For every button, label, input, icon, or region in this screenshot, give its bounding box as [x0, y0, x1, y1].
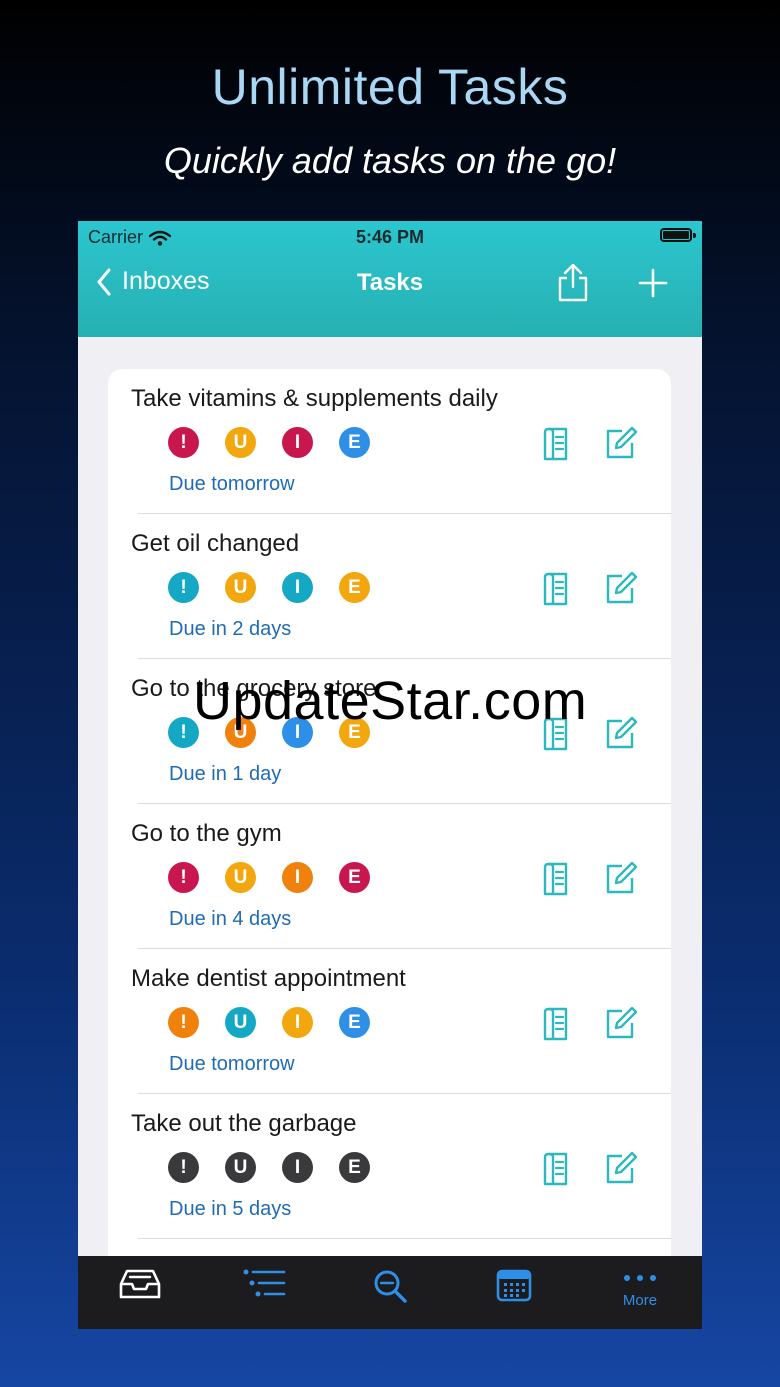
- tab-more-label: More: [622, 1292, 658, 1309]
- priority-badge: I: [282, 862, 313, 893]
- tab-list[interactable]: [202, 1256, 326, 1329]
- watermark-text: UpdateStar.com: [193, 671, 588, 731]
- edit-icon[interactable]: [604, 1151, 638, 1190]
- priority-badge: U: [225, 1152, 256, 1183]
- priority-badges: ! U I E: [168, 572, 370, 603]
- task-row[interactable]: Make dentist appointment! U I E Due tomorrow: [108, 949, 671, 1094]
- priority-badge: E: [339, 427, 370, 458]
- add-task-icon[interactable]: [638, 268, 668, 298]
- list-icon: [243, 1269, 286, 1297]
- inbox-tray-icon: [119, 1269, 161, 1299]
- priority-badges: ! U I E: [168, 862, 370, 893]
- priority-badge: E: [339, 1152, 370, 1183]
- priority-badge: U: [225, 862, 256, 893]
- priority-badges: ! U I E: [168, 1152, 370, 1183]
- task-title: Make dentist appointment: [131, 965, 406, 992]
- priority-badge: !: [168, 572, 199, 603]
- priority-badge: E: [339, 862, 370, 893]
- notes-icon[interactable]: [542, 1151, 570, 1192]
- task-due-date: Due in 2 days: [169, 618, 292, 640]
- battery-icon: [660, 228, 692, 242]
- page-title: Tasks: [356, 269, 424, 296]
- priority-badge: !: [168, 862, 199, 893]
- task-due-date: Due tomorrow: [169, 1053, 295, 1075]
- tab-inbox[interactable]: [78, 1256, 202, 1329]
- notes-icon[interactable]: [542, 571, 570, 612]
- task-row[interactable]: Go to the gym! U I E Due in 4 days: [108, 804, 671, 949]
- row-divider: [138, 1238, 671, 1239]
- edit-icon[interactable]: [604, 571, 638, 610]
- task-title: Take out the garbage: [131, 1110, 357, 1137]
- priority-badge: I: [282, 572, 313, 603]
- tab-search[interactable]: [328, 1256, 452, 1329]
- priority-badge: E: [339, 572, 370, 603]
- calendar-icon: [496, 1269, 532, 1302]
- task-due-date: Due in 4 days: [169, 908, 292, 930]
- task-title: Go to the gym: [131, 820, 282, 847]
- priority-badges: ! U I E: [168, 1007, 370, 1038]
- task-due-date: Due tomorrow: [169, 473, 295, 495]
- priority-badge: !: [168, 427, 199, 458]
- edit-icon[interactable]: [604, 1006, 638, 1045]
- task-list: Take vitamins & supplements daily! U I E Due…: [108, 369, 671, 1329]
- promo-headline: Unlimited Tasks: [211, 59, 569, 115]
- tab-more[interactable]: More: [578, 1256, 702, 1329]
- navigation-bar: Carrier 5:46 PM Inboxes Tasks: [78, 221, 702, 337]
- notes-icon[interactable]: [542, 426, 570, 467]
- status-bar: Carrier 5:46 PM: [78, 221, 702, 253]
- more-dots-icon: [624, 1275, 656, 1281]
- task-row[interactable]: Get oil changed! U I E Due in 2 days: [108, 514, 671, 659]
- priority-badge: I: [282, 1152, 313, 1183]
- task-title: Get oil changed: [131, 530, 300, 557]
- priority-badge: !: [168, 1007, 199, 1038]
- priority-badge: I: [282, 427, 313, 458]
- priority-badge: U: [225, 1007, 256, 1038]
- tab-bar: More: [78, 1256, 702, 1329]
- share-icon[interactable]: [556, 263, 590, 303]
- search-icon: [374, 1270, 407, 1303]
- phone-screen: Carrier 5:46 PM Inboxes Tasks Take vitam…: [78, 221, 702, 1329]
- tab-calendar[interactable]: [452, 1256, 576, 1329]
- notes-icon[interactable]: [542, 1006, 570, 1047]
- edit-icon[interactable]: [604, 861, 638, 900]
- notes-icon[interactable]: [542, 861, 570, 902]
- priority-badge: U: [225, 572, 256, 603]
- priority-badge: E: [339, 1007, 370, 1038]
- task-row[interactable]: Take vitamins & supplements daily! U I E Due…: [108, 369, 671, 514]
- promo-subline: Quickly add tasks on the go!: [163, 140, 617, 181]
- edit-icon[interactable]: [604, 426, 638, 465]
- priority-badge: I: [282, 1007, 313, 1038]
- status-time: 5:46 PM: [355, 227, 425, 247]
- task-title: Take vitamins & supplements daily: [131, 385, 498, 412]
- priority-badge: !: [168, 1152, 199, 1183]
- task-due-date: Due in 1 day: [169, 763, 282, 785]
- edit-icon[interactable]: [604, 716, 638, 755]
- priority-badges: ! U I E: [168, 427, 370, 458]
- priority-badge: U: [225, 427, 256, 458]
- task-row[interactable]: Take out the garbage! U I E Due in 5 days: [108, 1094, 671, 1239]
- battery-tip: [693, 233, 696, 238]
- task-due-date: Due in 5 days: [169, 1198, 292, 1220]
